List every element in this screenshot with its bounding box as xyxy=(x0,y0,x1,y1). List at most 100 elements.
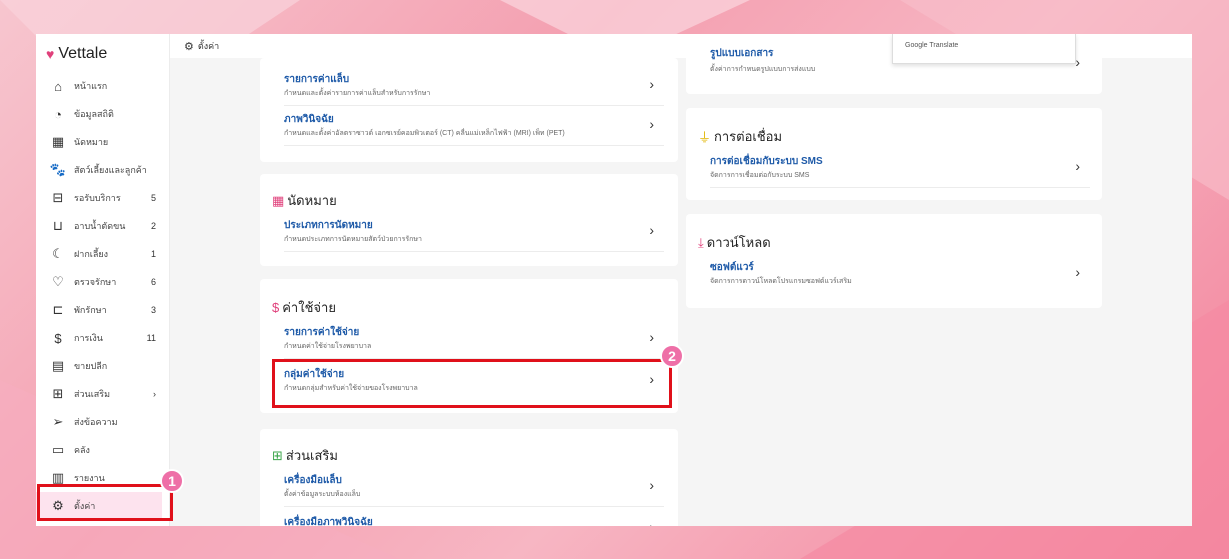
sidebar-item-addon[interactable]: ⊞ ส่วนเสริม › xyxy=(36,380,170,408)
row-subtitle: กำหนดค่าใช้จ่ายโรงพยาบาล xyxy=(284,343,372,350)
sidebar-item-money[interactable]: $ การเงิน 11 xyxy=(36,324,170,352)
settings-row-appointment-types[interactable]: ประเภทการนัดหมาย กำหนดประเภทการนัดหมายสั… xyxy=(284,212,664,252)
sidebar-item-bath[interactable]: ⊔ อาบน้ำตัดขน 2 xyxy=(36,212,170,240)
sidebar-item-label: รายงาน xyxy=(74,473,105,483)
pet-icon: 🐾 xyxy=(49,162,67,177)
section-title-connection: ⏚ การต่อเชื่อม xyxy=(698,129,783,145)
dollar-icon: $ xyxy=(272,300,280,315)
row-title: การต่อเชื่อมกับระบบ SMS xyxy=(710,156,823,167)
settings-row-imaging[interactable]: ภาพวินิจฉัย กำหนดและตั้งค่าอัลตราซาวด์ เ… xyxy=(284,106,664,146)
sidebar-item-calendar[interactable]: ▦ นัดหมาย xyxy=(36,128,170,156)
settings-row-lab-items[interactable]: รายการค่าแล็บ กำหนดและตั้งค่ารายการค่าแล… xyxy=(284,66,664,106)
cash-register-icon: ▤ xyxy=(51,358,65,373)
brand-name: Vettale xyxy=(58,45,108,62)
row-subtitle: จัดการการเชื่อมต่อกับระบบ SMS xyxy=(710,172,810,179)
section-title-appointment: ▦ นัดหมาย xyxy=(272,192,337,209)
section-title-expense: $ ค่าใช้จ่าย xyxy=(272,300,336,315)
sidebar-item-label: นัดหมาย xyxy=(74,137,109,147)
chevron-right-icon: › xyxy=(649,76,654,92)
sidebar-nav: ⌂ หน้าแรก ◔ ข้อมูลสถิติ ▦ นัดหมาย 🐾 สัตว์เลี้ยง… xyxy=(36,72,170,520)
sidebar-item-moon[interactable]: ☾ ฝากเลี้ยง 1 xyxy=(36,240,170,268)
sidebar-item-label: ขายปลีก xyxy=(74,361,108,371)
sidebar-item-stats[interactable]: ◔ ข้อมูลสถิติ xyxy=(36,100,170,128)
sidebar-item-count: 11 xyxy=(146,333,156,343)
chevron-right-icon: › xyxy=(649,222,654,238)
sidebar-item-archive[interactable]: ▭ คลัง xyxy=(36,436,170,464)
sidebar-item-pet[interactable]: 🐾 สัตว์เลี้ยงและลูกค้า xyxy=(36,156,170,184)
sidebar-item-count: › xyxy=(153,389,156,399)
row-title: ประเภทการนัดหมาย xyxy=(284,220,373,231)
card-addon: ⊞ ส่วนเสริม เครื่องมือแล็บ ตั้งค่าข้อมูล… xyxy=(260,429,678,526)
row-title: รายการค่าใช้จ่าย xyxy=(284,327,360,338)
sidebar-item-label: สัตว์เลี้ยงและลูกค้า xyxy=(74,165,147,175)
settings-row-expense-items[interactable]: รายการค่าใช้จ่าย กำหนดค่าใช้จ่ายโรงพยาบา… xyxy=(284,319,664,359)
google-translate-popup[interactable]: Google Translate xyxy=(892,34,1076,64)
chevron-right-icon: › xyxy=(649,477,654,493)
chevron-right-icon: › xyxy=(649,519,654,526)
sidebar-item-label: ฝากเลี้ยง xyxy=(74,249,109,259)
sidebar-item-stethoscope[interactable]: ♡ ตรวจรักษา 6 xyxy=(36,268,170,296)
sidebar-item-bed[interactable]: ⊏ พักรักษา 3 xyxy=(36,296,170,324)
settings-row-software[interactable]: ซอฟต์แวร์ จัดการการดาวน์โหลดโปรแกรมซอฟต์… xyxy=(710,254,1090,294)
sidebar-item-label: อาบน้ำตัดขน xyxy=(74,221,126,231)
highlight-box-settings xyxy=(37,484,173,521)
row-title: ซอฟต์แวร์ xyxy=(710,262,754,273)
sidebar-item-label: ข้อมูลสถิติ xyxy=(74,109,114,119)
row-subtitle: กำหนดและตั้งค่ารายการค่าแล็บสำหรับการรัก… xyxy=(284,90,431,97)
row-title: ภาพวินิจฉัย xyxy=(284,114,334,125)
chevron-right-icon: › xyxy=(649,329,654,345)
sidebar-item-cash-register[interactable]: ▤ ขายปลีก xyxy=(36,352,170,380)
gear-icon: ⚙ xyxy=(184,40,194,53)
sofa-icon: ⊟ xyxy=(52,190,64,205)
stats-icon: ◔ xyxy=(54,106,62,122)
card-connection: ⏚ การต่อเชื่อม การต่อเชื่อมกับระบบ SMS จ… xyxy=(686,108,1102,200)
sidebar-item-count: 6 xyxy=(150,277,156,287)
section-title-download: ⤓ ดาวน์โหลด xyxy=(698,234,771,251)
sidebar-item-label: คลัง xyxy=(74,445,90,455)
sidebar-item-sofa[interactable]: ⊟ รอรับบริการ 5 xyxy=(36,184,170,212)
addon-icon: ⊞ xyxy=(52,386,64,401)
card-download: ⤓ ดาวน์โหลด ซอฟต์แวร์ จัดการการดาวน์โหลด… xyxy=(686,214,1102,308)
bath-icon: ⊔ xyxy=(52,218,64,233)
sidebar-item-label: การเงิน xyxy=(74,333,103,343)
bed-icon: ⊏ xyxy=(52,302,64,317)
app-window: ♥ Vettale ⌂ หน้าแรก ◔ ข้อมูลสถิติ ▦ นัดหมาย 🐾 ส… xyxy=(36,34,1192,526)
chevron-right-icon: › xyxy=(1075,158,1080,174)
google-translate-label: Google Translate xyxy=(905,42,959,49)
sidebar: ♥ Vettale ⌂ หน้าแรก ◔ ข้อมูลสถิติ ▦ นัดหมาย 🐾 ส… xyxy=(36,34,170,526)
money-icon: $ xyxy=(54,330,62,346)
sidebar-item-send[interactable]: ➢ ส่งข้อความ xyxy=(36,408,170,436)
card-lab-imaging: รายการค่าแล็บ กำหนดและตั้งค่ารายการค่าแล… xyxy=(260,58,678,162)
home-icon: ⌂ xyxy=(54,78,62,94)
step-badge-1: 1 xyxy=(160,469,184,493)
sidebar-item-count: 3 xyxy=(150,305,156,315)
plug-icon: ⏚ xyxy=(698,130,712,145)
sidebar-item-label: หน้าแรก xyxy=(74,81,108,91)
sidebar-item-count: 5 xyxy=(150,193,156,203)
sidebar-item-count: 2 xyxy=(150,221,156,231)
download-icon: ⤓ xyxy=(698,234,704,250)
sidebar-item-label: ส่วนเสริม xyxy=(74,389,111,399)
row-title: รายการค่าแล็บ xyxy=(284,74,350,85)
page-title: ตั้งค่า xyxy=(197,41,220,51)
chevron-right-icon: › xyxy=(1075,264,1080,280)
row-title: รูปแบบเอกสาร xyxy=(710,48,774,59)
row-title: เครื่องมือแล็บ xyxy=(284,475,342,486)
sidebar-item-label: รอรับบริการ xyxy=(74,193,121,203)
settings-row-lab-tools[interactable]: เครื่องมือแล็บ ตั้งค่าข้อมูลระบบห้องแล็บ… xyxy=(284,467,664,507)
highlight-box-expense-groups xyxy=(272,359,672,408)
send-icon: ➢ xyxy=(52,414,64,429)
sidebar-item-count: 1 xyxy=(150,249,156,259)
chevron-right-icon: › xyxy=(1075,54,1080,70)
row-title: เครื่องมือภาพวินิจฉัย xyxy=(284,517,373,526)
plus-box-icon: ⊞ xyxy=(272,447,283,463)
brand-logo[interactable]: ♥ Vettale xyxy=(46,44,107,64)
moon-icon: ☾ xyxy=(52,246,64,261)
row-subtitle: จัดการการดาวน์โหลดโปรแกรมซอฟต์แวร์เสริม xyxy=(710,278,852,285)
calendar-icon: ▦ xyxy=(51,134,65,149)
sidebar-item-home[interactable]: ⌂ หน้าแรก xyxy=(36,72,170,100)
row-subtitle: กำหนดประเภทการนัดหมายสัตว์ป่วยการรักษา xyxy=(284,236,422,243)
settings-row-imaging-tools[interactable]: เครื่องมือภาพวินิจฉัย › xyxy=(284,509,664,526)
settings-row-sms[interactable]: การต่อเชื่อมกับระบบ SMS จัดการการเชื่อมต… xyxy=(710,148,1090,188)
heart-logo-icon: ♥ xyxy=(46,46,55,62)
